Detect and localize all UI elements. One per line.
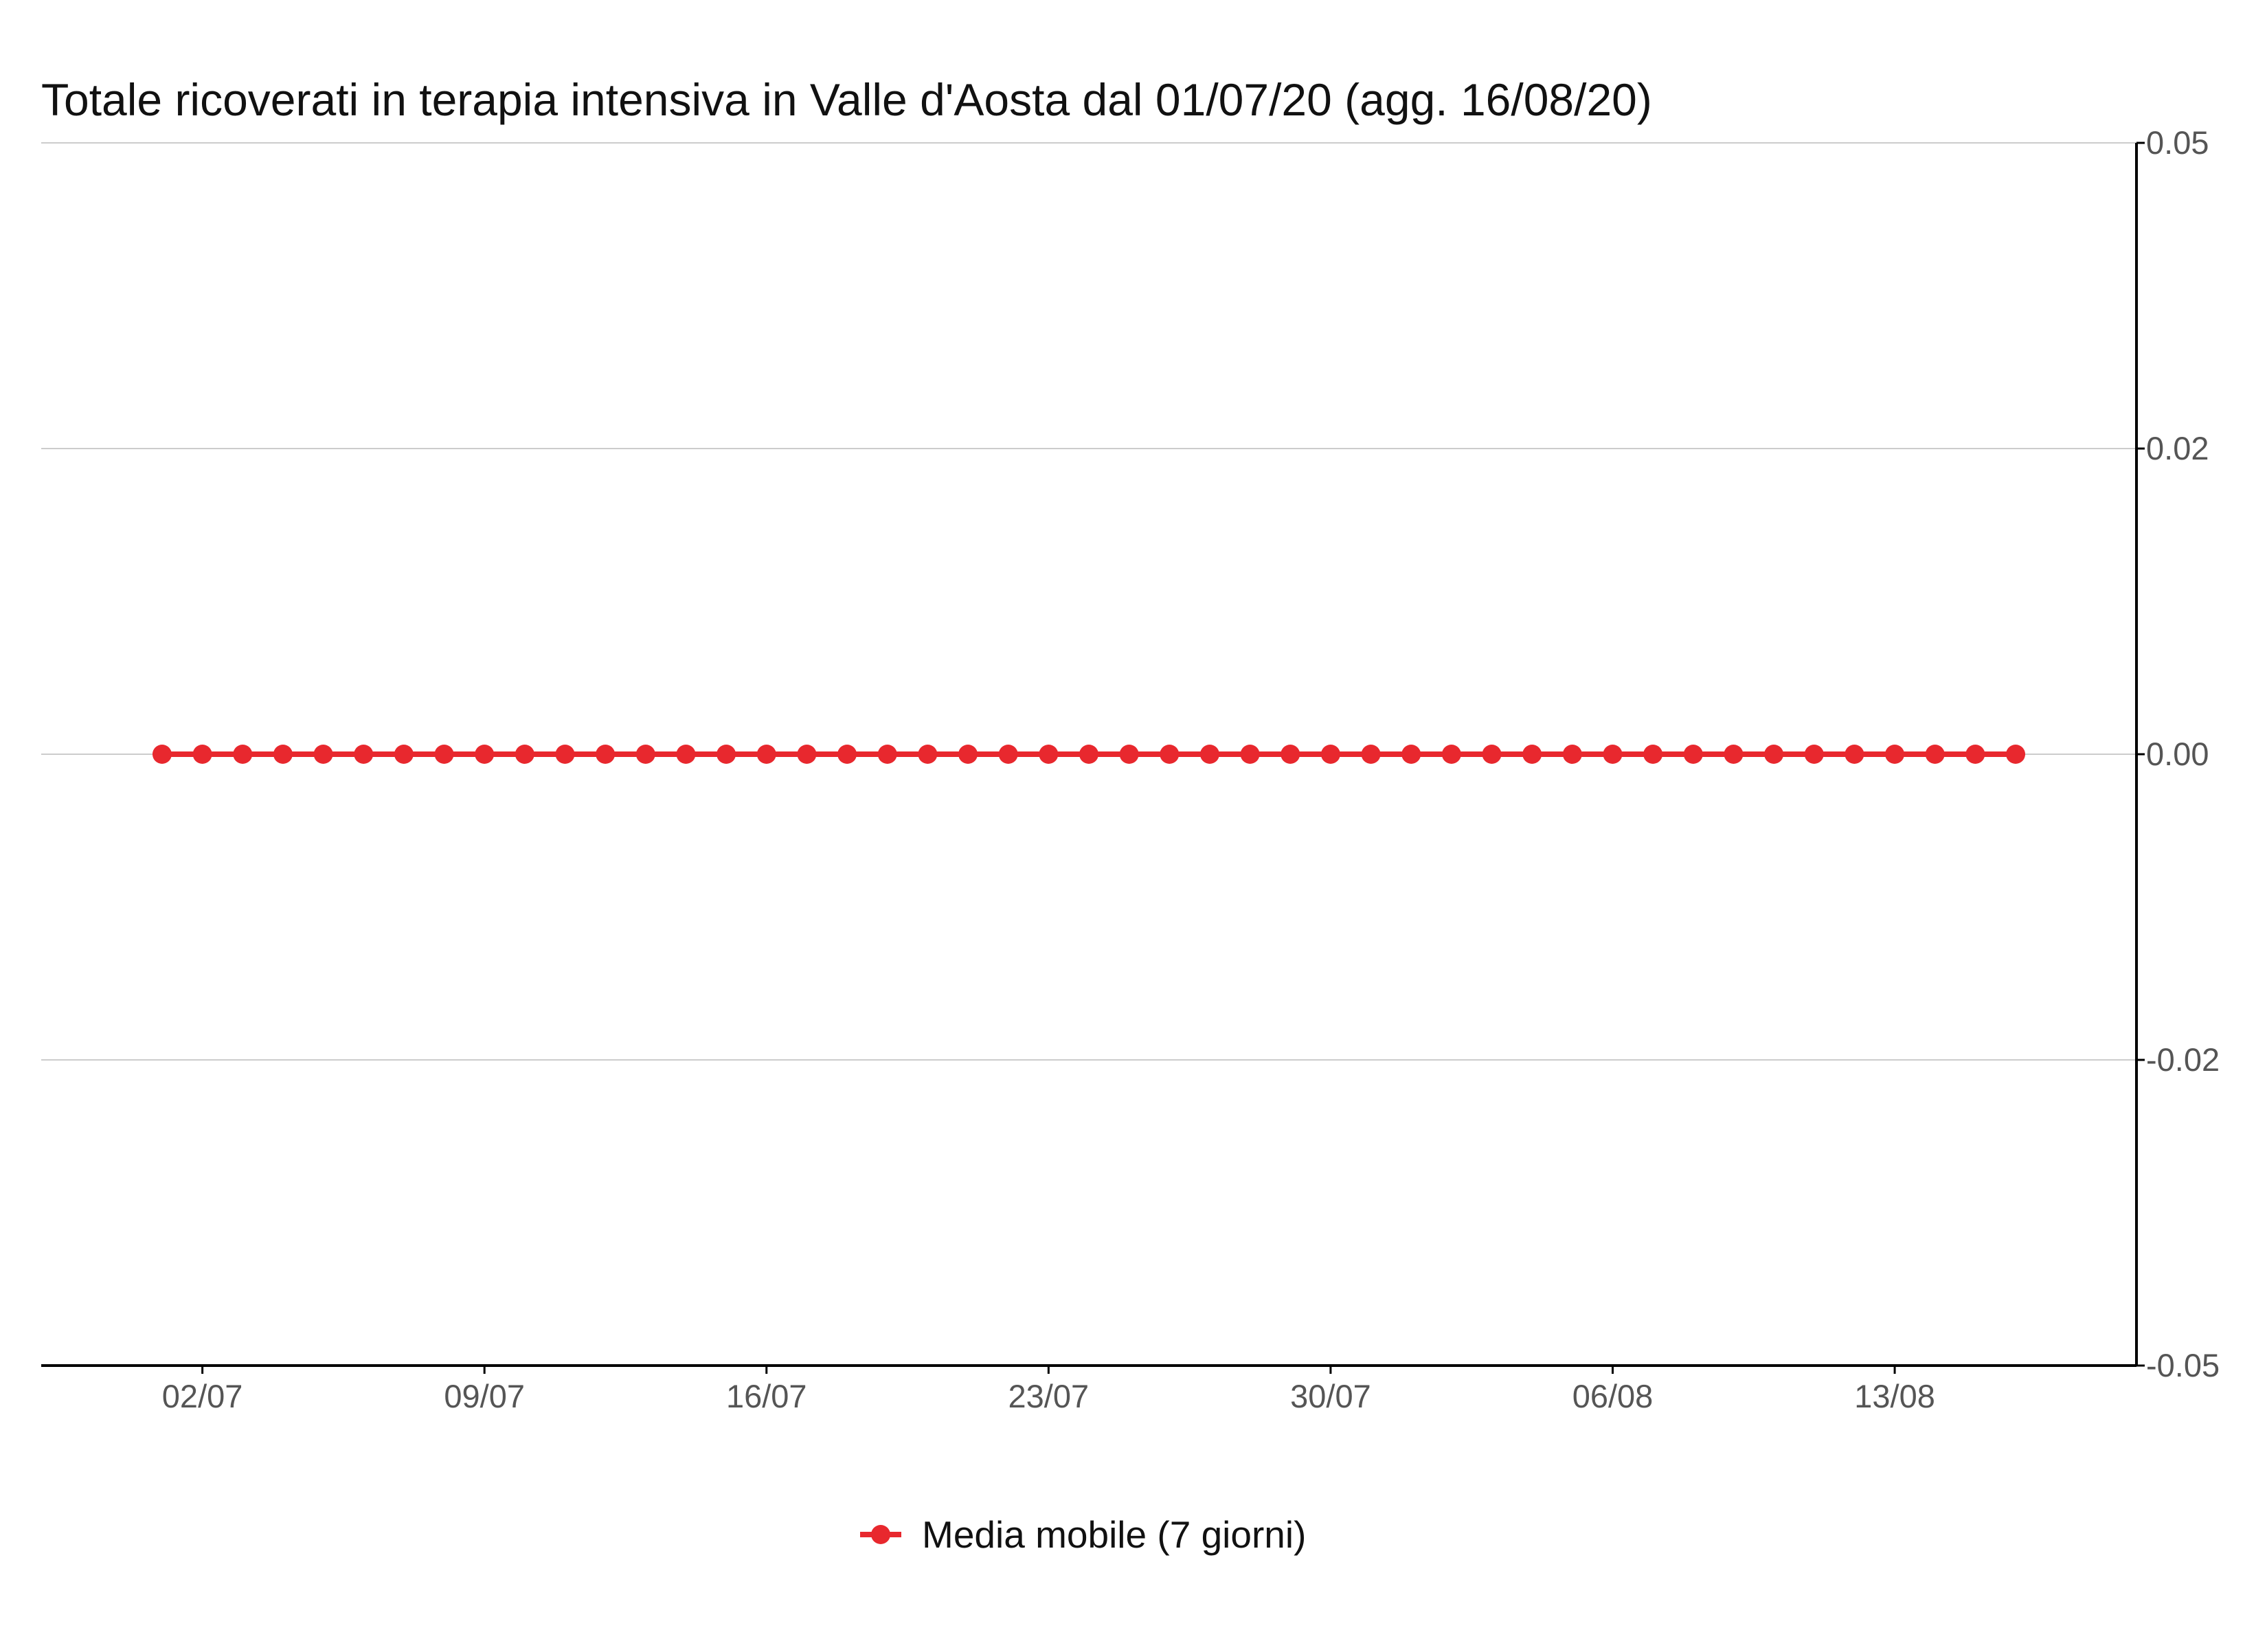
data-point: [1361, 745, 1381, 764]
x-tick-label: 13/08: [1854, 1378, 1935, 1414]
y-tick-label: -0.05: [2146, 1347, 2220, 1383]
chart-canvas: Totale ricoverati in terapia intensiva i…: [0, 0, 2267, 1649]
data-point: [1320, 745, 1340, 764]
data-point: [1240, 745, 1260, 764]
data-point: [313, 745, 333, 764]
data-point: [797, 745, 817, 764]
x-tick-label: 30/07: [1290, 1378, 1371, 1414]
chart: Totale ricoverati in terapia intensiva i…: [0, 0, 2267, 1649]
data-point: [1603, 745, 1623, 764]
data-point: [958, 745, 978, 764]
x-tick-label: 16/07: [726, 1378, 807, 1414]
y-tick-label: 0.05: [2146, 124, 2209, 161]
data-point: [1764, 745, 1784, 764]
data-point: [394, 745, 414, 764]
data-point: [998, 745, 1018, 764]
x-tick-label: 09/07: [444, 1378, 525, 1414]
x-tick-label: 23/07: [1008, 1378, 1090, 1414]
data-point: [756, 745, 776, 764]
data-point: [555, 745, 575, 764]
data-point: [1119, 745, 1139, 764]
data-point: [1965, 745, 1985, 764]
data-point: [1885, 745, 1905, 764]
data-point: [273, 745, 293, 764]
data-point: [515, 745, 534, 764]
data-point: [152, 745, 172, 764]
data-point: [1079, 745, 1098, 764]
x-tick-label: 06/08: [1572, 1378, 1654, 1414]
x-tick-label: 02/07: [162, 1378, 243, 1414]
data-point: [837, 745, 857, 764]
data-point: [717, 745, 736, 764]
data-point: [1683, 745, 1703, 764]
data-point: [1804, 745, 1824, 764]
data-point: [1562, 745, 1582, 764]
data-point: [596, 745, 616, 764]
data-point: [1401, 745, 1421, 764]
data-point: [1522, 745, 1542, 764]
legend-marker-swatch: [871, 1525, 890, 1544]
data-point: [1281, 745, 1300, 764]
data-point: [676, 745, 696, 764]
data-point: [192, 745, 212, 764]
legend: Media mobile (7 giorni): [860, 1513, 1306, 1556]
chart-title: Totale ricoverati in terapia intensiva i…: [41, 74, 1652, 125]
data-point: [1160, 745, 1180, 764]
data-point: [1039, 745, 1059, 764]
data-point: [434, 745, 454, 764]
data-point: [1199, 745, 1219, 764]
data-point: [475, 745, 495, 764]
data-point: [1441, 745, 1461, 764]
y-tick-label: -0.02: [2146, 1041, 2220, 1078]
data-point: [1845, 745, 1864, 764]
data-point: [918, 745, 938, 764]
data-point: [635, 745, 655, 764]
data-point: [1925, 745, 1945, 764]
data-point: [1724, 745, 1744, 764]
data-point: [877, 745, 897, 764]
data-point: [233, 745, 253, 764]
data-point: [1482, 745, 1502, 764]
data-point: [354, 745, 374, 764]
data-point: [2006, 745, 2026, 764]
y-tick-label: 0.02: [2146, 430, 2209, 466]
data-point: [1643, 745, 1663, 764]
legend-label-media-mobile: Media mobile (7 giorni): [922, 1513, 1306, 1556]
y-tick-label: 0.00: [2146, 736, 2209, 772]
